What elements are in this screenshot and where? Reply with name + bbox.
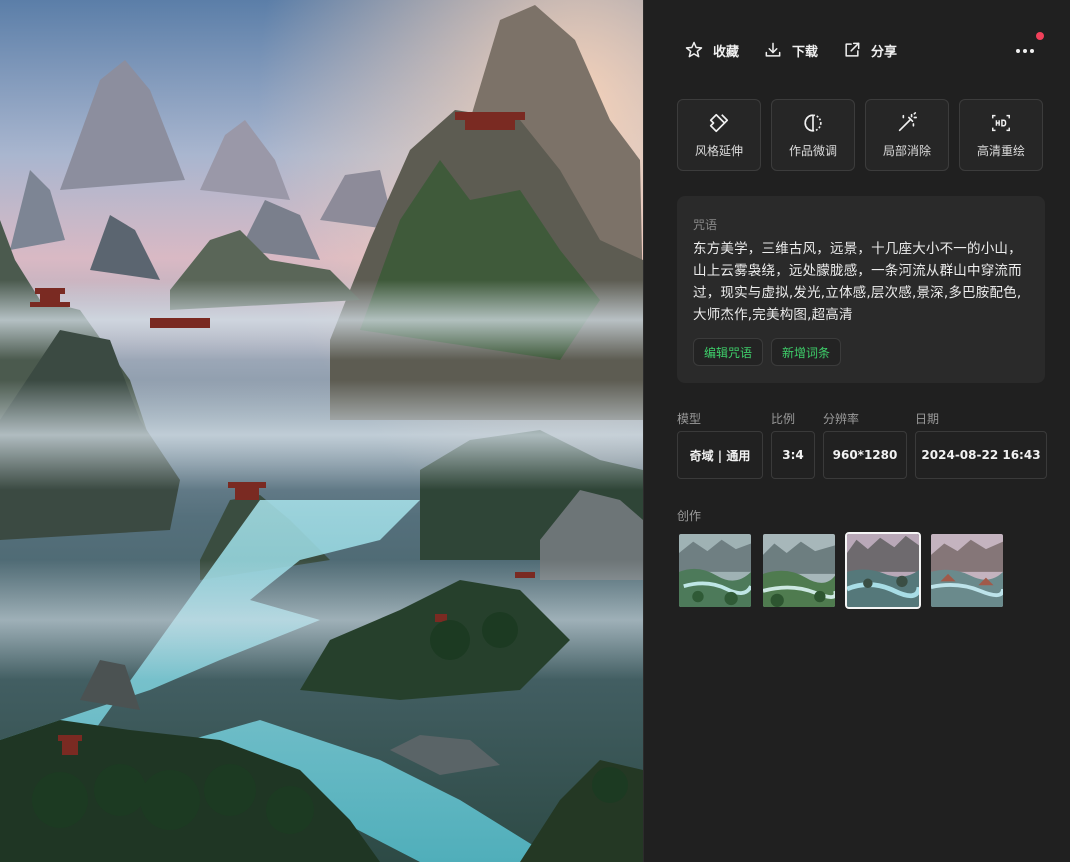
more-dots-icon	[1016, 49, 1034, 53]
tool-fine-tune[interactable]: 作品微调	[771, 99, 855, 171]
tool-label: 局部消除	[882, 143, 931, 158]
date-label: 日期	[915, 412, 940, 426]
fine-tune-icon	[804, 113, 822, 132]
style-extend-icon	[709, 113, 729, 132]
magic-eraser-icon	[898, 111, 917, 131]
tool-hd-redraw[interactable]: 高清重绘	[959, 99, 1043, 171]
prompt-label: 咒语	[693, 218, 718, 232]
notification-dot	[1036, 32, 1044, 40]
download-icon	[765, 42, 781, 57]
detail-panel: 收藏 下载 分享 风格延伸 作品微调 局部消除 高清重绘 咒语 东方美学，三维古…	[643, 0, 1070, 862]
model-label: 模型	[677, 412, 702, 426]
date-value: 2024-08-22 16:43	[915, 431, 1047, 479]
tool-label: 高清重绘	[976, 143, 1025, 158]
share-label: 分享	[871, 44, 898, 60]
edit-prompt-button[interactable]: 编辑咒语	[693, 338, 764, 366]
download-button[interactable]: 下载	[763, 40, 818, 60]
share-button[interactable]: 分享	[842, 40, 897, 60]
share-icon	[845, 42, 860, 57]
resolution-label: 分辨率	[823, 412, 860, 426]
artwork-image	[0, 0, 643, 862]
favorite-button[interactable]: 收藏	[684, 40, 739, 60]
action-toolbar: 收藏 下载 分享	[684, 38, 921, 62]
creation-thumbnails	[677, 532, 1005, 609]
tool-style-extend[interactable]: 风格延伸	[677, 99, 761, 171]
tool-buttons: 风格延伸 作品微调 局部消除 高清重绘	[677, 99, 1043, 171]
tool-label: 风格延伸	[694, 143, 743, 158]
prompt-card: 咒语 东方美学，三维古风，远景，十几座大小不一的小山，山上云雾袅绕，远处朦胧感，…	[677, 196, 1045, 383]
tool-label: 作品微调	[788, 143, 837, 158]
creations-label: 创作	[677, 509, 702, 523]
creation-thumbnail-selected[interactable]	[845, 532, 921, 609]
ratio-value: 3:4	[771, 431, 815, 479]
star-icon	[685, 41, 703, 58]
creation-thumbnail[interactable]	[761, 532, 837, 609]
ratio-label: 比例	[771, 412, 796, 426]
creation-thumbnail[interactable]	[677, 532, 753, 609]
add-term-button[interactable]: 新增词条	[771, 338, 842, 366]
tool-magic-eraser[interactable]: 局部消除	[865, 99, 949, 171]
download-label: 下载	[792, 44, 819, 60]
prompt-text: 东方美学，三维古风，远景，十几座大小不一的小山，山上云雾袅绕，远处朦胧感，一条河…	[693, 241, 1022, 323]
hd-icon	[992, 114, 1010, 131]
resolution-value: 960*1280	[823, 431, 907, 479]
creation-thumbnail[interactable]	[929, 532, 1005, 609]
model-value: 奇域 | 通用	[677, 431, 763, 479]
more-options-button[interactable]	[1014, 40, 1036, 60]
favorite-label: 收藏	[713, 44, 740, 60]
